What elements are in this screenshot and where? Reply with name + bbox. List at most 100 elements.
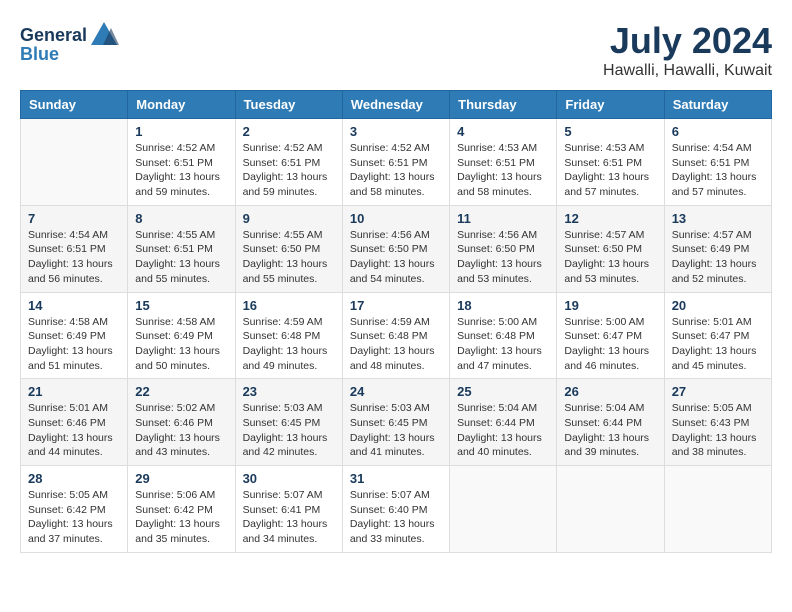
calendar-header-row: SundayMondayTuesdayWednesdayThursdayFrid…: [21, 91, 772, 119]
day-info: Sunrise: 5:03 AM Sunset: 6:45 PM Dayligh…: [243, 401, 335, 460]
calendar-cell: 13 Sunrise: 4:57 AM Sunset: 6:49 PM Dayli…: [664, 205, 771, 292]
calendar-cell: 22 Sunrise: 5:02 AM Sunset: 6:46 PM Dayli…: [128, 379, 235, 466]
calendar-cell: 24 Sunrise: 5:03 AM Sunset: 6:45 PM Dayli…: [342, 379, 449, 466]
day-info: Sunrise: 4:55 AM Sunset: 6:50 PM Dayligh…: [243, 228, 335, 287]
day-number: 21: [28, 384, 120, 399]
calendar-cell: [21, 119, 128, 206]
day-info: Sunrise: 4:54 AM Sunset: 6:51 PM Dayligh…: [28, 228, 120, 287]
day-number: 24: [350, 384, 442, 399]
day-number: 28: [28, 471, 120, 486]
calendar-cell: 17 Sunrise: 4:59 AM Sunset: 6:48 PM Dayli…: [342, 292, 449, 379]
calendar-cell: 15 Sunrise: 4:58 AM Sunset: 6:49 PM Dayli…: [128, 292, 235, 379]
calendar-cell: 1 Sunrise: 4:52 AM Sunset: 6:51 PM Daylig…: [128, 119, 235, 206]
calendar-cell: 7 Sunrise: 4:54 AM Sunset: 6:51 PM Daylig…: [21, 205, 128, 292]
logo: General Blue: [20, 20, 119, 65]
calendar-cell: 30 Sunrise: 5:07 AM Sunset: 6:41 PM Dayli…: [235, 466, 342, 553]
day-header-friday: Friday: [557, 91, 664, 119]
calendar-cell: 16Sunrise: 4:59 AM Sunset: 6:48 PM Dayli…: [235, 292, 342, 379]
calendar-cell: 31 Sunrise: 5:07 AM Sunset: 6:40 PM Dayli…: [342, 466, 449, 553]
day-info: Sunrise: 5:00 AM Sunset: 6:47 PM Dayligh…: [564, 315, 656, 374]
day-info: Sunrise: 5:01 AM Sunset: 6:47 PM Dayligh…: [672, 315, 764, 374]
calendar-cell: 18 Sunrise: 5:00 AM Sunset: 6:48 PM Dayli…: [450, 292, 557, 379]
title-section: July 2024 Hawalli, Hawalli, Kuwait: [603, 20, 772, 80]
day-info: Sunrise: 5:05 AM Sunset: 6:42 PM Dayligh…: [28, 488, 120, 547]
day-info: Sunrise: 4:53 AM Sunset: 6:51 PM Dayligh…: [457, 141, 549, 200]
day-info: Sunrise: 4:58 AM Sunset: 6:49 PM Dayligh…: [28, 315, 120, 374]
day-number: 9: [243, 211, 335, 226]
day-number: 3: [350, 124, 442, 139]
day-info: Sunrise: 5:00 AM Sunset: 6:48 PM Dayligh…: [457, 315, 549, 374]
calendar-cell: 27Sunrise: 5:05 AM Sunset: 6:43 PM Dayli…: [664, 379, 771, 466]
day-header-saturday: Saturday: [664, 91, 771, 119]
day-number: 29: [135, 471, 227, 486]
page-header: General Blue July 2024 Hawalli, Hawalli,…: [20, 20, 772, 80]
calendar-week-row: 28 Sunrise: 5:05 AM Sunset: 6:42 PM Dayli…: [21, 466, 772, 553]
calendar-cell: 9 Sunrise: 4:55 AM Sunset: 6:50 PM Daylig…: [235, 205, 342, 292]
day-number: 22: [135, 384, 227, 399]
day-number: 19: [564, 298, 656, 313]
day-info: Sunrise: 4:56 AM Sunset: 6:50 PM Dayligh…: [350, 228, 442, 287]
day-info: Sunrise: 5:07 AM Sunset: 6:40 PM Dayligh…: [350, 488, 442, 547]
calendar-cell: [664, 466, 771, 553]
logo-icon: [89, 20, 119, 50]
location: Hawalli, Hawalli, Kuwait: [603, 62, 772, 80]
day-info: Sunrise: 4:53 AM Sunset: 6:51 PM Dayligh…: [564, 141, 656, 200]
day-header-thursday: Thursday: [450, 91, 557, 119]
day-info: Sunrise: 4:59 AM Sunset: 6:48 PM Dayligh…: [350, 315, 442, 374]
month-year: July 2024: [603, 20, 772, 62]
day-header-wednesday: Wednesday: [342, 91, 449, 119]
calendar-week-row: 1 Sunrise: 4:52 AM Sunset: 6:51 PM Daylig…: [21, 119, 772, 206]
calendar-cell: 2Sunrise: 4:52 AM Sunset: 6:51 PM Daylig…: [235, 119, 342, 206]
day-info: Sunrise: 4:57 AM Sunset: 6:49 PM Dayligh…: [672, 228, 764, 287]
day-info: Sunrise: 4:58 AM Sunset: 6:49 PM Dayligh…: [135, 315, 227, 374]
day-info: Sunrise: 4:52 AM Sunset: 6:51 PM Dayligh…: [350, 141, 442, 200]
calendar-cell: [450, 466, 557, 553]
day-number: 15: [135, 298, 227, 313]
calendar-week-row: 7 Sunrise: 4:54 AM Sunset: 6:51 PM Daylig…: [21, 205, 772, 292]
day-number: 17: [350, 298, 442, 313]
day-number: 7: [28, 211, 120, 226]
calendar-cell: 11 Sunrise: 4:56 AM Sunset: 6:50 PM Dayli…: [450, 205, 557, 292]
day-number: 16: [243, 298, 335, 313]
day-info: Sunrise: 4:52 AM Sunset: 6:51 PM Dayligh…: [135, 141, 227, 200]
calendar-cell: 23 Sunrise: 5:03 AM Sunset: 6:45 PM Dayli…: [235, 379, 342, 466]
calendar-cell: 3 Sunrise: 4:52 AM Sunset: 6:51 PM Daylig…: [342, 119, 449, 206]
day-header-tuesday: Tuesday: [235, 91, 342, 119]
day-number: 23: [243, 384, 335, 399]
calendar-cell: 25 Sunrise: 5:04 AM Sunset: 6:44 PM Dayli…: [450, 379, 557, 466]
day-info: Sunrise: 5:05 AM Sunset: 6:43 PM Dayligh…: [672, 401, 764, 460]
day-info: Sunrise: 5:04 AM Sunset: 6:44 PM Dayligh…: [457, 401, 549, 460]
calendar-cell: 4 Sunrise: 4:53 AM Sunset: 6:51 PM Daylig…: [450, 119, 557, 206]
calendar-cell: 14Sunrise: 4:58 AM Sunset: 6:49 PM Dayli…: [21, 292, 128, 379]
day-info: Sunrise: 5:01 AM Sunset: 6:46 PM Dayligh…: [28, 401, 120, 460]
calendar-cell: [557, 466, 664, 553]
calendar-week-row: 14Sunrise: 4:58 AM Sunset: 6:49 PM Dayli…: [21, 292, 772, 379]
day-number: 18: [457, 298, 549, 313]
day-info: Sunrise: 5:06 AM Sunset: 6:42 PM Dayligh…: [135, 488, 227, 547]
day-info: Sunrise: 4:56 AM Sunset: 6:50 PM Dayligh…: [457, 228, 549, 287]
day-info: Sunrise: 4:57 AM Sunset: 6:50 PM Dayligh…: [564, 228, 656, 287]
calendar-cell: 10Sunrise: 4:56 AM Sunset: 6:50 PM Dayli…: [342, 205, 449, 292]
day-number: 1: [135, 124, 227, 139]
day-info: Sunrise: 4:54 AM Sunset: 6:51 PM Dayligh…: [672, 141, 764, 200]
day-number: 25: [457, 384, 549, 399]
day-info: Sunrise: 5:07 AM Sunset: 6:41 PM Dayligh…: [243, 488, 335, 547]
day-info: Sunrise: 5:04 AM Sunset: 6:44 PM Dayligh…: [564, 401, 656, 460]
day-number: 5: [564, 124, 656, 139]
calendar-cell: 5 Sunrise: 4:53 AM Sunset: 6:51 PM Daylig…: [557, 119, 664, 206]
day-number: 11: [457, 211, 549, 226]
day-number: 31: [350, 471, 442, 486]
day-number: 12: [564, 211, 656, 226]
logo-blue: Blue: [20, 44, 59, 65]
day-info: Sunrise: 5:02 AM Sunset: 6:46 PM Dayligh…: [135, 401, 227, 460]
day-number: 26: [564, 384, 656, 399]
day-number: 2: [243, 124, 335, 139]
day-number: 20: [672, 298, 764, 313]
day-info: Sunrise: 5:03 AM Sunset: 6:45 PM Dayligh…: [350, 401, 442, 460]
day-number: 13: [672, 211, 764, 226]
day-number: 30: [243, 471, 335, 486]
calendar-week-row: 21 Sunrise: 5:01 AM Sunset: 6:46 PM Dayli…: [21, 379, 772, 466]
day-number: 4: [457, 124, 549, 139]
day-header-sunday: Sunday: [21, 91, 128, 119]
day-number: 8: [135, 211, 227, 226]
